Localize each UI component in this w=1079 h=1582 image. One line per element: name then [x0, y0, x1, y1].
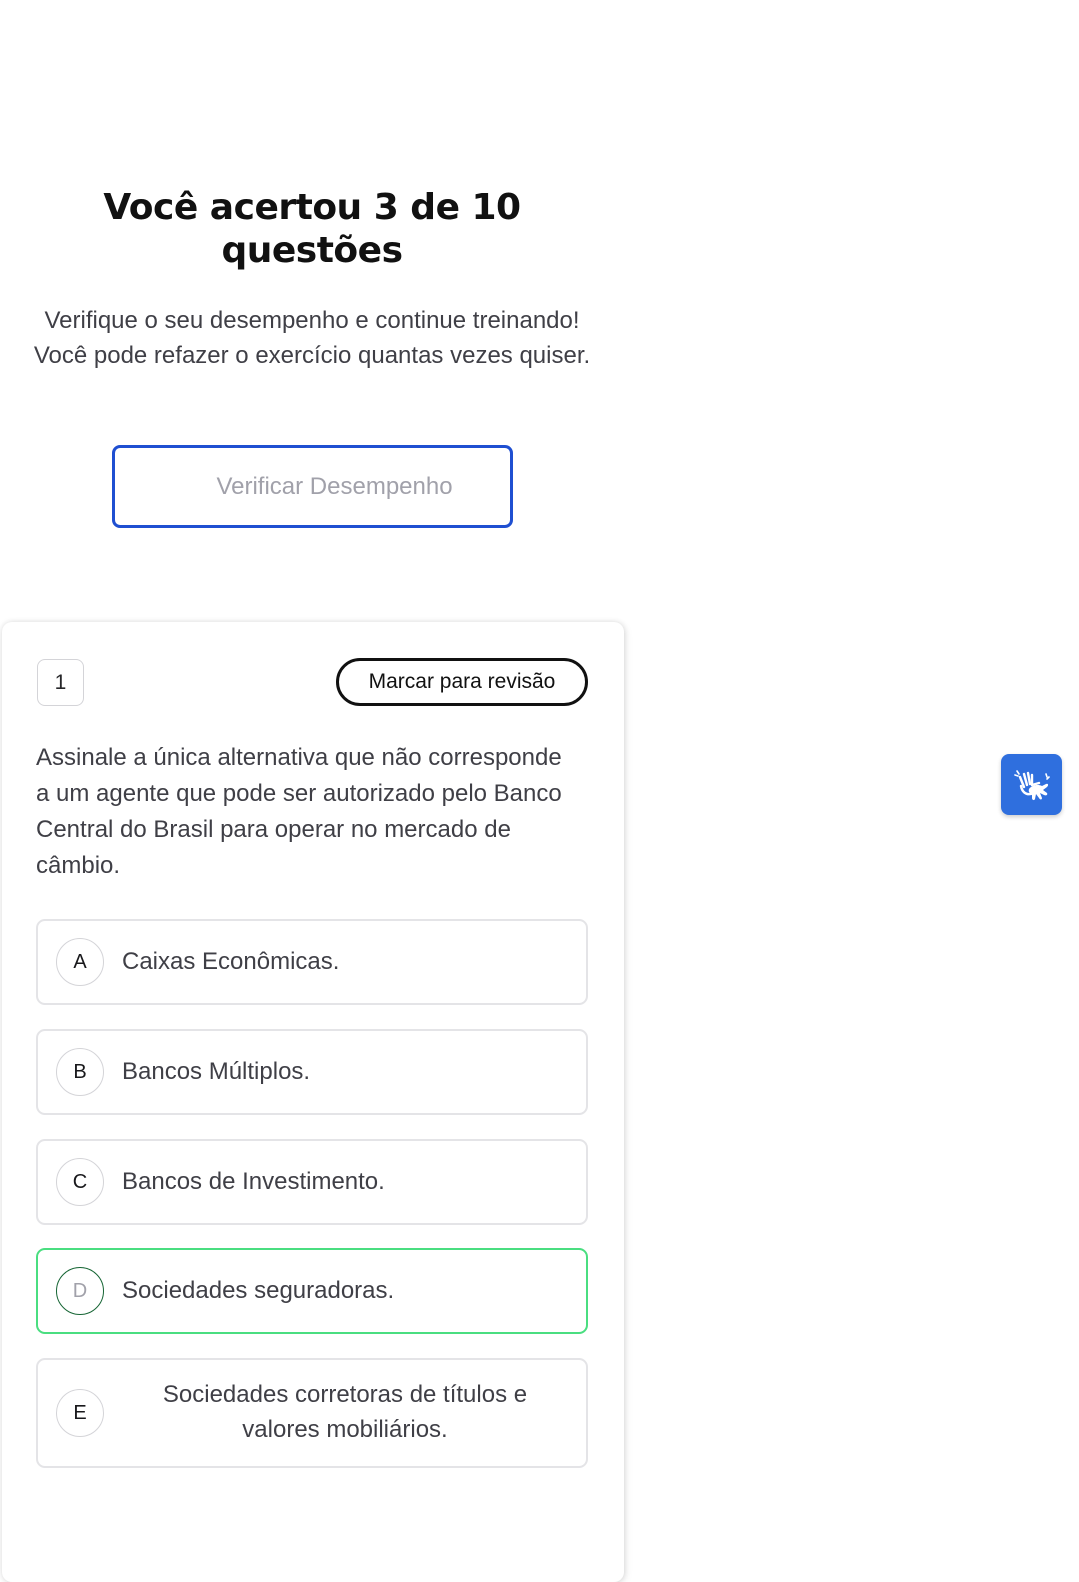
option-text: Bancos Múltiplos. — [122, 1058, 311, 1085]
sign-language-hands-icon — [1013, 769, 1050, 800]
result-subtitle: Verifique o seu desempenho e continue tr… — [33, 307, 591, 369]
option-letter: D — [56, 1267, 104, 1315]
question-card: 1 Marcar para revisão Assinale a única a… — [2, 622, 624, 1582]
result-section: Você acertou 3 de 10 questões Verifique … — [0, 0, 624, 560]
option-text: Sociedades seguradoras. — [122, 1277, 395, 1304]
sign-language-accessibility-button[interactable] — [1001, 754, 1062, 815]
option-text: Caixas Econômicas. — [122, 948, 340, 975]
option-d[interactable]: D Sociedades seguradoras. — [36, 1248, 588, 1334]
question-number: 1 — [37, 659, 84, 706]
option-letter: A — [56, 938, 104, 986]
option-c[interactable]: C Bancos de Investimento. — [36, 1139, 588, 1225]
option-a[interactable]: A Caixas Econômicas. — [36, 919, 588, 1005]
option-text: Bancos de Investimento. — [122, 1168, 385, 1195]
option-e[interactable]: E Sociedades corretoras de títulos e val… — [36, 1358, 588, 1468]
option-letter: B — [56, 1048, 104, 1096]
option-text: Sociedades corretoras de títulos e valor… — [162, 1381, 528, 1443]
result-title: Você acertou 3 de 10 questões — [103, 187, 521, 271]
question-text: Assinale a única alternativa que não cor… — [36, 744, 562, 879]
option-letter: C — [56, 1158, 104, 1206]
mark-for-review-button[interactable]: Marcar para revisão — [336, 658, 588, 706]
option-b[interactable]: B Bancos Múltiplos. — [36, 1029, 588, 1115]
verify-performance-button[interactable]: Verificar Desempenho — [112, 445, 513, 528]
option-letter: E — [56, 1389, 104, 1437]
